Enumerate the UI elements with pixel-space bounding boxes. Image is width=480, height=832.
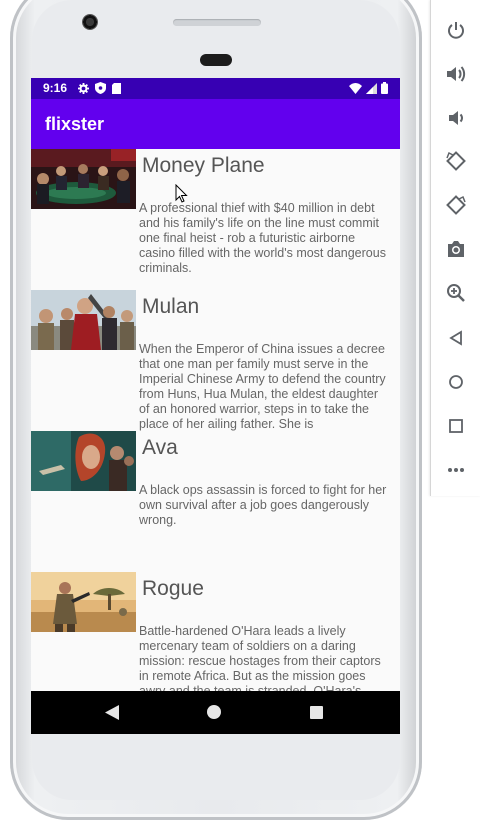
movie-item[interactable]: Money Plane A professional thief with $4…: [31, 149, 400, 290]
movie-overview: When the Emperor of China issues a decre…: [139, 342, 386, 431]
front-camera: [82, 14, 98, 30]
back-icon[interactable]: [443, 325, 469, 351]
home-icon[interactable]: [443, 369, 469, 395]
nav-recents-icon[interactable]: [310, 706, 323, 719]
movie-item[interactable]: Rogue Battle-hardened O'Hara leads a liv…: [31, 572, 400, 691]
volume-down-icon[interactable]: [443, 105, 469, 131]
settings-icon: [78, 82, 89, 94]
camera-icon[interactable]: [443, 236, 469, 262]
battery-icon: [381, 82, 388, 94]
volume-up-icon[interactable]: [443, 61, 469, 87]
zoom-icon[interactable]: [443, 280, 469, 306]
power-icon[interactable]: [443, 17, 469, 43]
movie-overview: A professional thief with $40 million in…: [139, 201, 386, 275]
rotate-left-icon[interactable]: [443, 148, 469, 174]
overview-icon[interactable]: [443, 413, 469, 439]
movie-poster-image: [31, 149, 136, 209]
cell-signal-icon: [366, 82, 377, 94]
nav-home-icon[interactable]: [207, 705, 221, 719]
mouse-cursor-icon: [175, 184, 188, 203]
movie-title: Rogue: [142, 577, 204, 600]
sd-card-icon: [112, 82, 121, 94]
navigation-bar: [31, 691, 400, 734]
earpiece: [200, 54, 232, 66]
device-screen: 9:16 flixster Money Plane A professional…: [31, 78, 400, 734]
movie-list[interactable]: Money Plane A professional thief with $4…: [31, 149, 400, 691]
status-bar: 9:16: [31, 78, 400, 99]
top-speaker-grille: [173, 19, 261, 26]
app-bar: flixster: [31, 99, 400, 149]
movie-title: Money Plane: [142, 154, 265, 177]
movie-poster-image: [31, 290, 136, 350]
movie-title: Mulan: [142, 295, 200, 318]
movie-poster-image: [31, 572, 136, 632]
movie-item[interactable]: Ava A black ops assassin is forced to fi…: [31, 431, 400, 572]
movie-overview: Battle-hardened O'Hara leads a lively me…: [139, 624, 381, 691]
status-notification-icons: [78, 82, 121, 94]
status-time: 9:16: [43, 81, 68, 95]
app-title: flixster: [45, 114, 105, 134]
rotate-right-icon[interactable]: [443, 192, 469, 218]
nav-back-icon[interactable]: [105, 705, 119, 720]
movie-overview: A black ops assassin is forced to fight …: [139, 483, 387, 527]
emulator-toolbar: [430, 0, 480, 496]
movie-poster-image: [31, 431, 136, 491]
shield-icon: [95, 82, 106, 94]
more-icon[interactable]: [443, 457, 469, 483]
wifi-icon: [349, 82, 362, 94]
status-system-icons: [349, 82, 388, 94]
movie-item[interactable]: Mulan When the Emperor of China issues a…: [31, 290, 400, 431]
movie-title: Ava: [142, 436, 178, 459]
